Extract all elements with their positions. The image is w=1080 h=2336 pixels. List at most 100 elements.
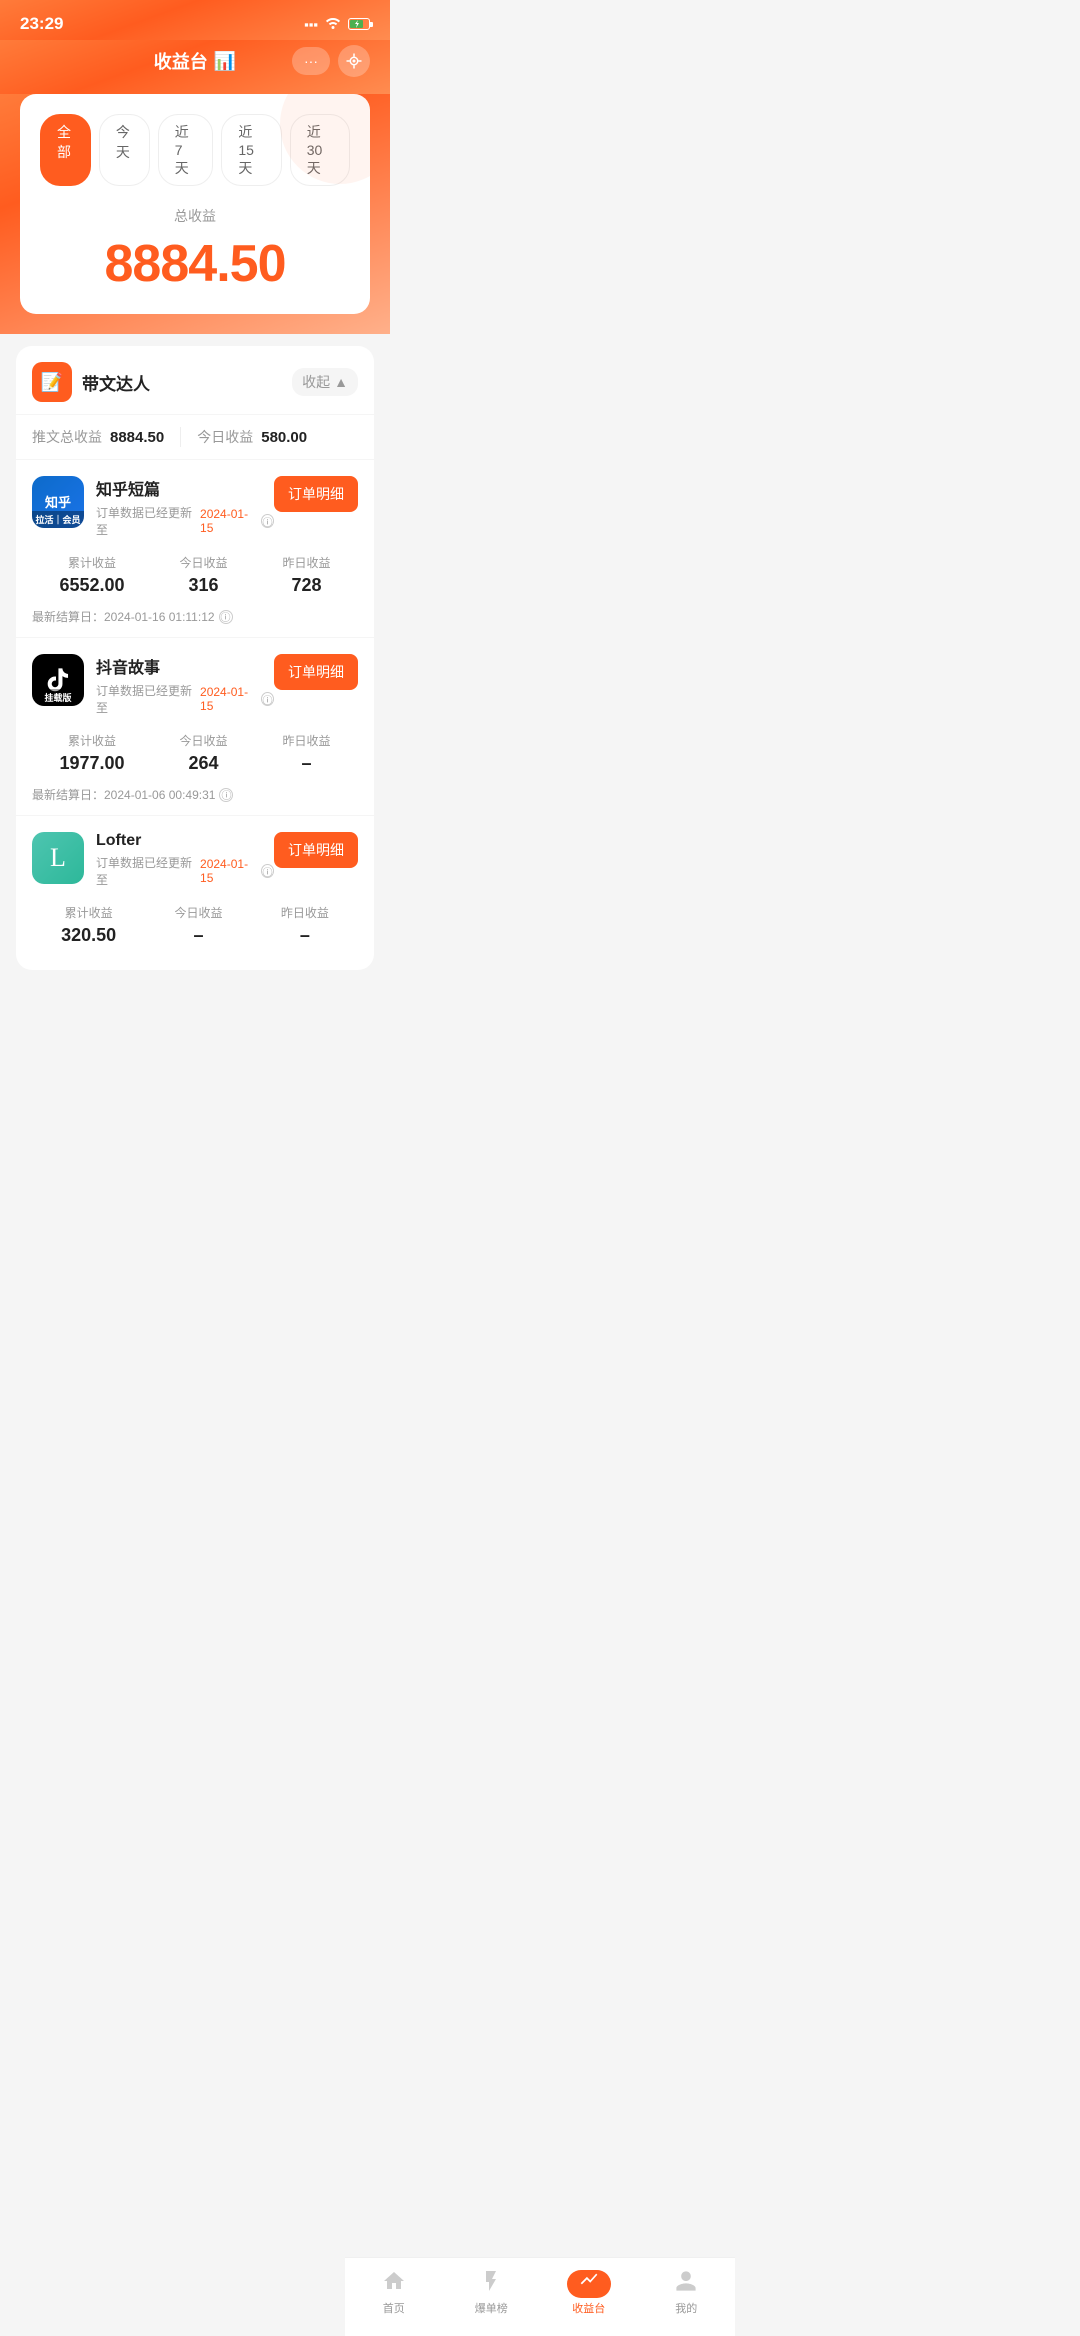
platform-header: 📝 带文达人 收起 ▲: [16, 346, 374, 415]
zhihu-settle-info: 最新结算日：2024-01-16 01:11:12 ⓘ: [32, 608, 358, 625]
douyin-update-info: 订单数据已经更新至 2024-01-15 ⓘ: [96, 682, 274, 716]
lofter-order-button[interactable]: 订单明细: [274, 832, 358, 868]
douyin-stats: 累计收益 1977.00 今日收益 264 昨日收益 –: [32, 732, 358, 774]
more-label: ···: [304, 53, 318, 69]
summary-inner: 全部 今天 近7天 近15天 近30天 总收益 8884.50: [20, 94, 370, 314]
zhihu-badge: 拉活｜会员: [32, 511, 84, 528]
lofter-update-date: 2024-01-15: [200, 857, 257, 885]
nav-earnings-icon-container: [567, 2266, 611, 2296]
nav-trending-label: 爆单榜: [475, 2300, 508, 2316]
platform-card: 📝 带文达人 收起 ▲ 推文总收益 8884.50 今日收益 580.00: [16, 346, 374, 970]
douyin-app-logo: 挂载版: [32, 654, 84, 706]
zhihu-app-header: 知乎 拉活｜会员 知乎短篇 订单数据已经更新至 2024-01-15 ⓘ 订单明…: [32, 476, 358, 538]
nav-trending[interactable]: 爆单榜: [443, 2266, 541, 2316]
lofter-yesterday-value: –: [281, 925, 329, 946]
nav-profile-icon-container: [664, 2266, 708, 2296]
earnings-emoji: 📊: [214, 51, 236, 72]
nav-earnings-label: 收益台: [572, 2300, 605, 2316]
nav-trending-icon-container: [469, 2266, 513, 2296]
summary-card: 全部 今天 近7天 近15天 近30天 总收益 8884.50: [0, 94, 390, 334]
lofter-cumulative-value: 320.50: [61, 925, 116, 946]
collapse-button[interactable]: 收起 ▲: [292, 368, 358, 396]
header-title-text: 收益台: [154, 48, 208, 74]
douyin-app-info: 抖音故事 订单数据已经更新至 2024-01-15 ⓘ: [96, 654, 274, 716]
douyin-settle-info-icon[interactable]: ⓘ: [219, 788, 233, 802]
douyin-today: 今日收益 264: [180, 732, 228, 774]
zhihu-app-item: 知乎 拉活｜会员 知乎短篇 订单数据已经更新至 2024-01-15 ⓘ 订单明…: [16, 460, 374, 638]
douyin-settle-info: 最新结算日：2024-01-06 00:49:31 ⓘ: [32, 786, 358, 803]
zhihu-yesterday-label: 昨日收益: [282, 554, 330, 571]
zhihu-app-logo: 知乎 拉活｜会员: [32, 476, 84, 528]
zhihu-settle-date: 最新结算日：2024-01-16 01:11:12: [32, 608, 215, 625]
zhihu-today-value: 316: [180, 575, 228, 596]
zhihu-badge-text: 拉活｜会员: [35, 515, 80, 525]
lofter-cumulative: 累计收益 320.50: [61, 904, 116, 946]
zhihu-update-info: 订单数据已经更新至 2024-01-15 ⓘ: [96, 504, 274, 538]
zhihu-settle-info-icon[interactable]: ⓘ: [219, 610, 233, 624]
zhihu-today-label: 今日收益: [180, 554, 228, 571]
scan-button[interactable]: [338, 45, 370, 77]
lofter-app-logo: L: [32, 832, 84, 884]
douyin-update-date: 2024-01-15: [200, 685, 257, 713]
douyin-badge: 挂载版: [32, 689, 84, 706]
push-earnings-value: 8884.50: [110, 429, 164, 446]
filter-tab-7days[interactable]: 近7天: [158, 114, 214, 186]
filter-tab-all[interactable]: 全部: [40, 114, 91, 186]
douyin-app-item: 挂载版 抖音故事 订单数据已经更新至 2024-01-15 ⓘ 订单明细 累计收…: [16, 638, 374, 816]
status-icons: ▪▪▪: [304, 15, 370, 33]
zhihu-update-text: 订单数据已经更新至: [96, 504, 196, 538]
douyin-update-text: 订单数据已经更新至: [96, 682, 196, 716]
lofter-update-info: 订单数据已经更新至 2024-01-15 ⓘ: [96, 854, 274, 888]
douyin-app-name: 抖音故事: [96, 654, 274, 678]
zhihu-info-icon[interactable]: ⓘ: [261, 514, 274, 528]
nav-home[interactable]: 首页: [345, 2266, 443, 2316]
zhihu-cumulative-label: 累计收益: [59, 554, 124, 571]
platform-name: 带文达人: [82, 370, 150, 395]
douyin-yesterday-value: –: [282, 753, 330, 774]
zhihu-app-info: 知乎短篇 订单数据已经更新至 2024-01-15 ⓘ: [96, 476, 274, 538]
bolt-icon: [479, 2269, 503, 2293]
douyin-yesterday: 昨日收益 –: [282, 732, 330, 774]
battery-icon: [348, 18, 370, 30]
total-earnings-label: 总收益: [40, 206, 350, 226]
filter-today-label: 今天: [116, 124, 130, 160]
filter-tab-15days[interactable]: 近15天: [221, 114, 281, 186]
main-content: 📝 带文达人 收起 ▲ 推文总收益 8884.50 今日收益 580.00: [0, 334, 390, 1074]
filter-15days-label: 近15天: [238, 124, 254, 176]
nav-home-label: 首页: [383, 2300, 405, 2316]
douyin-yesterday-label: 昨日收益: [282, 732, 330, 749]
douyin-info-icon[interactable]: ⓘ: [261, 692, 274, 706]
lofter-today-label: 今日收益: [175, 904, 223, 921]
lofter-app-header: L Lofter 订单数据已经更新至 2024-01-15 ⓘ 订单明细: [32, 832, 358, 888]
today-earnings-label: 今日收益: [197, 427, 253, 447]
lofter-today-value: –: [175, 925, 223, 946]
filter-tab-today[interactable]: 今天: [99, 114, 150, 186]
profile-icon: [674, 2269, 698, 2293]
today-earnings-value: 580.00: [261, 429, 307, 446]
zhihu-update-date: 2024-01-15: [200, 507, 257, 535]
zhihu-stats: 累计收益 6552.00 今日收益 316 昨日收益 728: [32, 554, 358, 596]
filter-tab-30days[interactable]: 近30天: [290, 114, 350, 186]
today-earnings: 今日收益 580.00: [197, 427, 307, 447]
zhihu-order-button[interactable]: 订单明细: [274, 476, 358, 512]
douyin-cumulative-value: 1977.00: [59, 753, 124, 774]
lofter-cumulative-label: 累计收益: [61, 904, 116, 921]
header-actions: ···: [292, 45, 370, 77]
filter-30days-label: 近30天: [307, 124, 323, 176]
status-bar: 23:29 ▪▪▪: [0, 0, 390, 40]
lofter-info-icon[interactable]: ⓘ: [261, 864, 274, 878]
nav-profile[interactable]: 我的: [638, 2266, 736, 2316]
filter-all-label: 全部: [57, 124, 71, 160]
platform-summary-row: 推文总收益 8884.50 今日收益 580.00: [16, 415, 374, 460]
douyin-order-button[interactable]: 订单明细: [274, 654, 358, 690]
douyin-badge-text: 挂载版: [44, 693, 71, 703]
douyin-cumulative: 累计收益 1977.00: [59, 732, 124, 774]
douyin-today-label: 今日收益: [180, 732, 228, 749]
lofter-app-item: L Lofter 订单数据已经更新至 2024-01-15 ⓘ 订单明细 累计收…: [16, 816, 374, 970]
filter-7days-label: 近7天: [175, 124, 189, 176]
chevron-up-icon: ▲: [334, 374, 348, 390]
status-time: 23:29: [20, 14, 63, 34]
nav-earnings[interactable]: 收益台: [540, 2266, 638, 2316]
more-button[interactable]: ···: [292, 47, 330, 75]
nav-profile-label: 我的: [675, 2300, 697, 2316]
